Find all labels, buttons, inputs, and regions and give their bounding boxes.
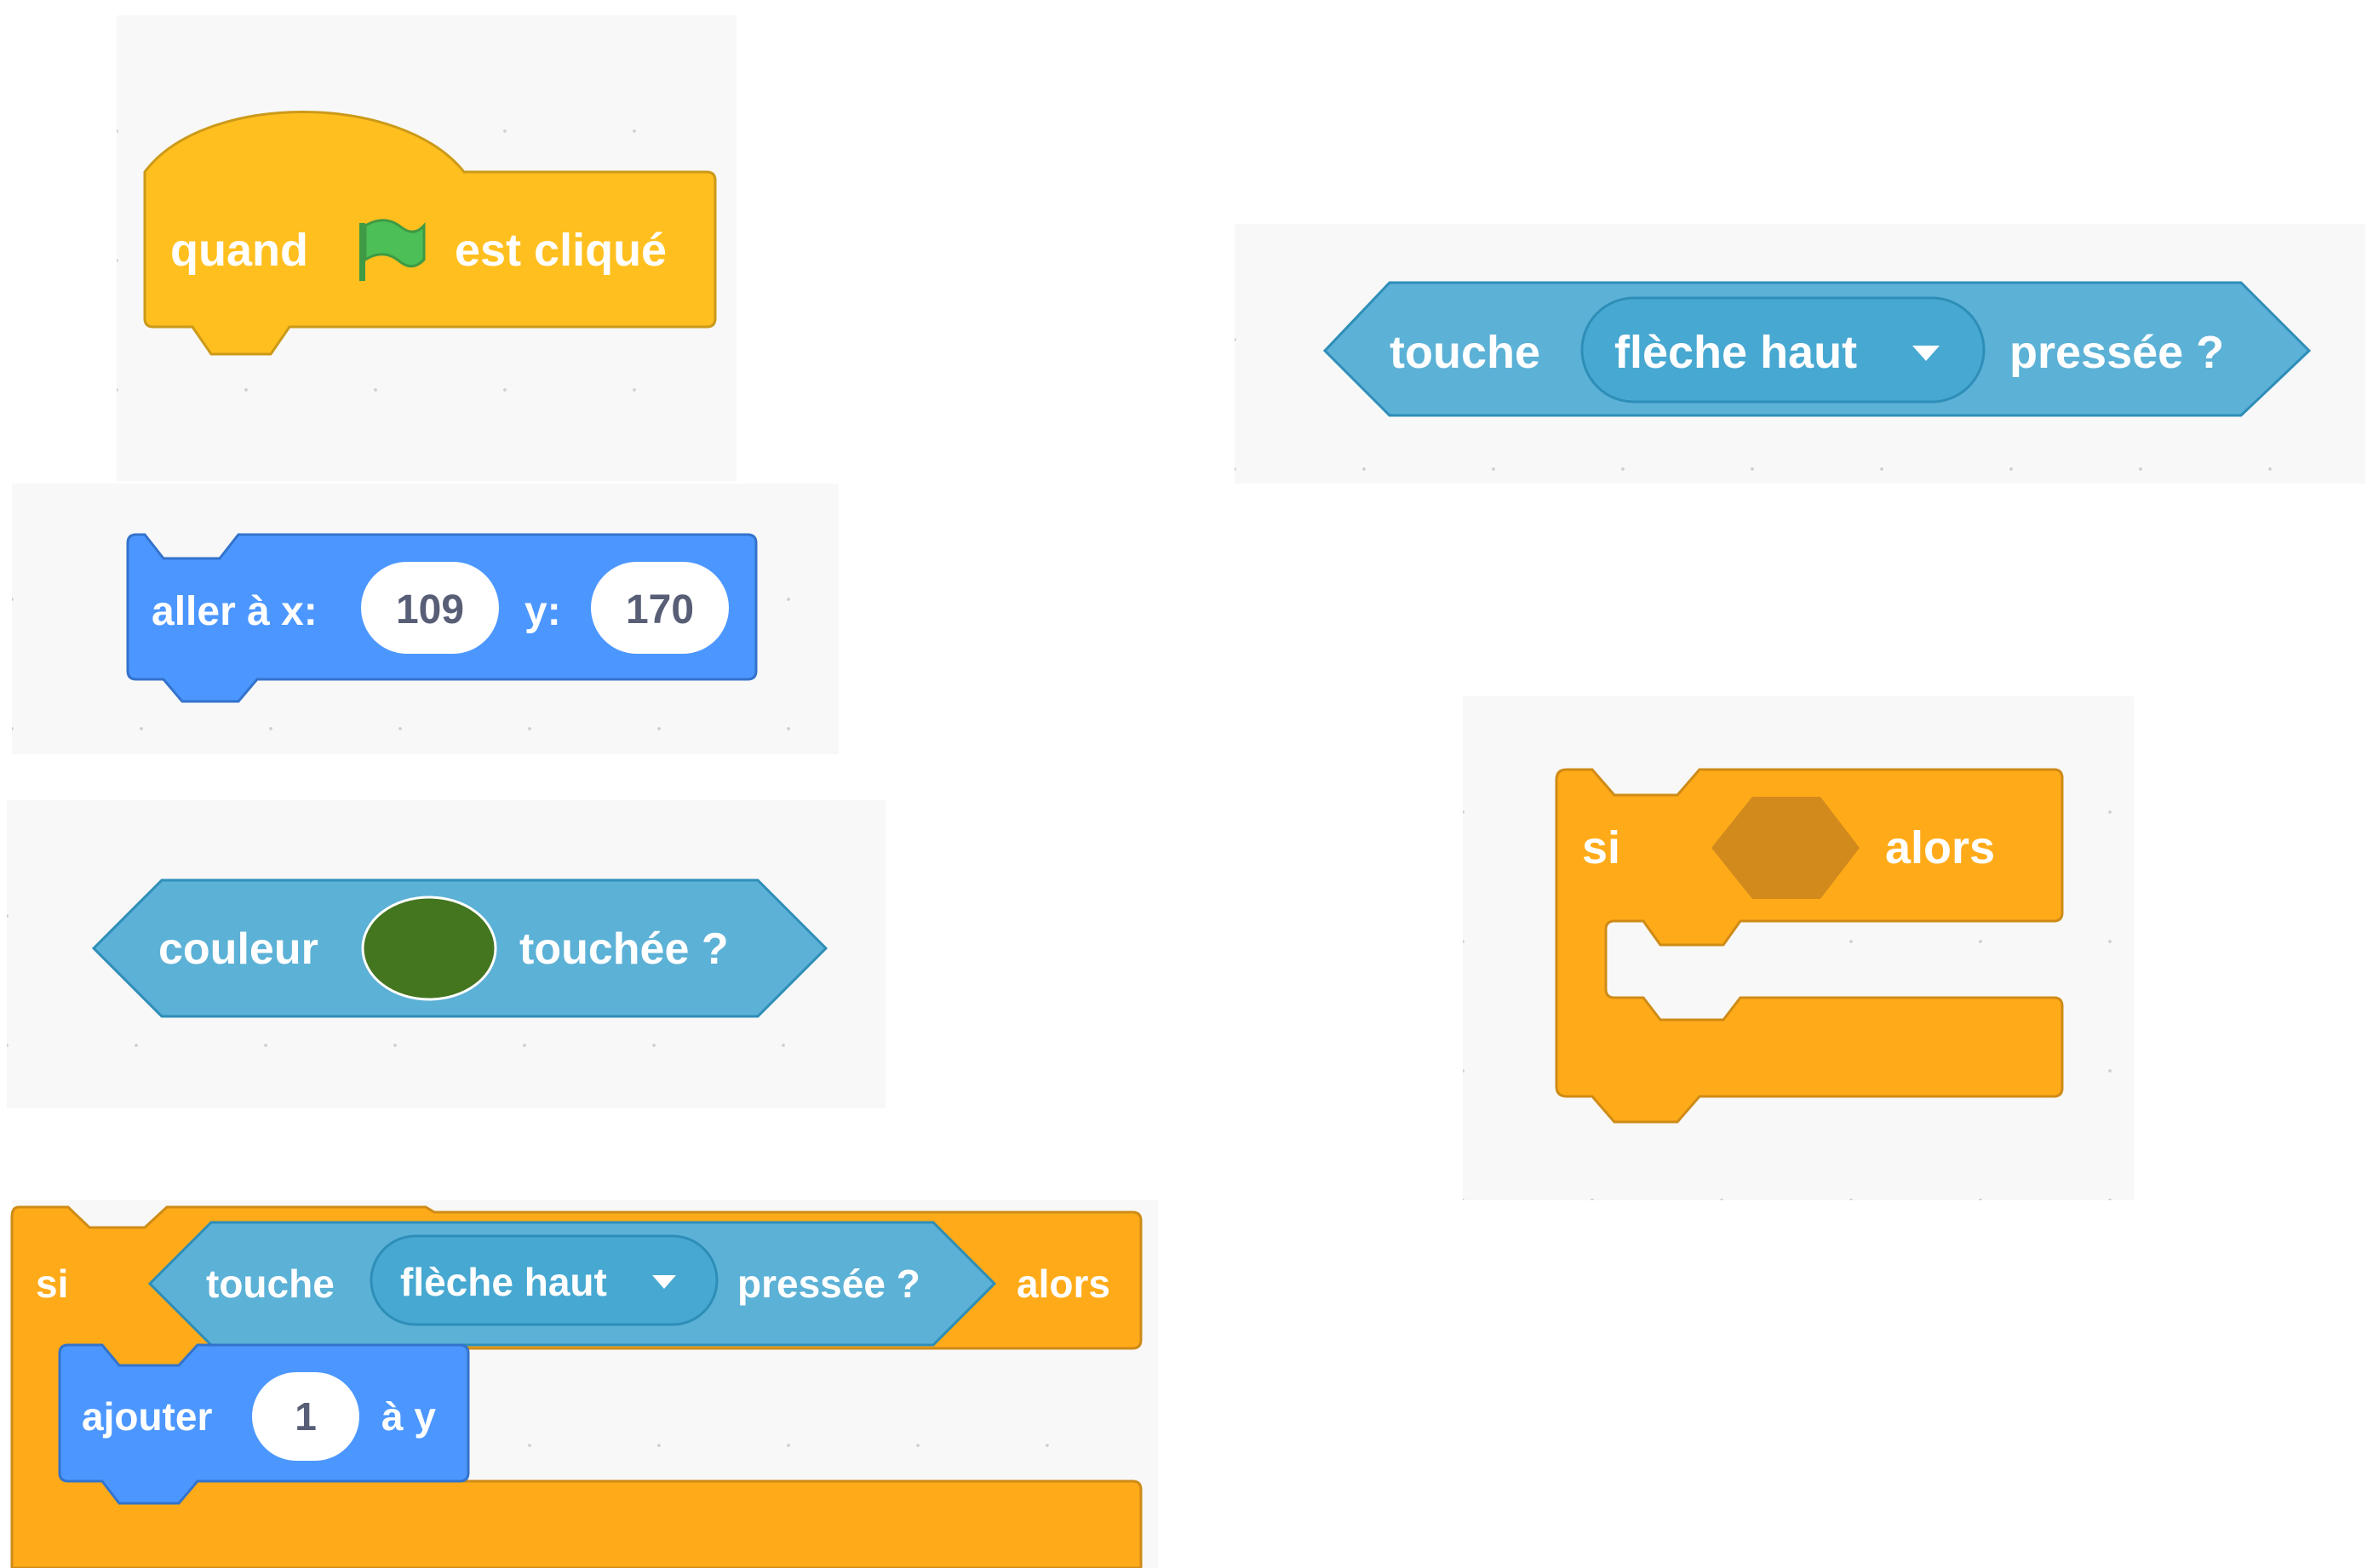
if-key-pressee-label: pressée ? bbox=[737, 1262, 920, 1306]
goto-y-label: y: bbox=[524, 589, 561, 634]
key-pressed-pressee-label: pressée ? bbox=[2009, 327, 2224, 378]
if-key-si-label: si bbox=[36, 1262, 68, 1306]
change-y-block[interactable]: ajouter 1 à y bbox=[58, 1343, 470, 1505]
code-blocks-canvas: quand est cliqué aller à x: 109 y: 170 c… bbox=[10, 111, 2312, 1568]
goto-x-value: 109 bbox=[396, 587, 464, 632]
when-flag-est-clique-label: est cliqué bbox=[455, 225, 667, 276]
if-key-touche-label: touche bbox=[206, 1262, 335, 1306]
if-key-pressed-block[interactable]: si touche flèche haut pressée ? alors aj… bbox=[10, 1205, 1143, 1568]
key-pressed-touche-label: touche bbox=[1390, 327, 1540, 378]
goto-label: aller à x: bbox=[152, 589, 318, 634]
when-flag-quand-label: quand bbox=[170, 225, 308, 276]
key-pressed-dropdown-value: flèche haut bbox=[1614, 327, 1857, 378]
if-empty-block[interactable]: si alors bbox=[1555, 768, 2064, 1124]
goto-y-value: 170 bbox=[626, 587, 694, 632]
key-pressed-block[interactable]: touche flèche haut pressée ? bbox=[1322, 281, 2312, 417]
touching-color-suffix: touchée ? bbox=[519, 924, 729, 974]
if-key-alors-label: alors bbox=[1017, 1262, 1110, 1306]
when-flag-clicked-block[interactable]: quand est cliqué bbox=[143, 111, 717, 356]
touching-color-swatch[interactable] bbox=[361, 896, 497, 1001]
touching-color-block[interactable]: couleur touchée ? bbox=[91, 878, 828, 1018]
change-y-suffix: à y bbox=[381, 1394, 436, 1439]
if-empty-alors-label: alors bbox=[1885, 822, 1995, 873]
if-key-dropdown-value: flèche haut bbox=[400, 1260, 607, 1304]
if-empty-si-label: si bbox=[1582, 822, 1620, 873]
touching-color-label: couleur bbox=[158, 924, 318, 974]
change-y-label: ajouter bbox=[82, 1394, 212, 1439]
goto-xy-block[interactable]: aller à x: 109 y: 170 bbox=[126, 533, 758, 703]
change-y-value: 1 bbox=[295, 1394, 317, 1439]
